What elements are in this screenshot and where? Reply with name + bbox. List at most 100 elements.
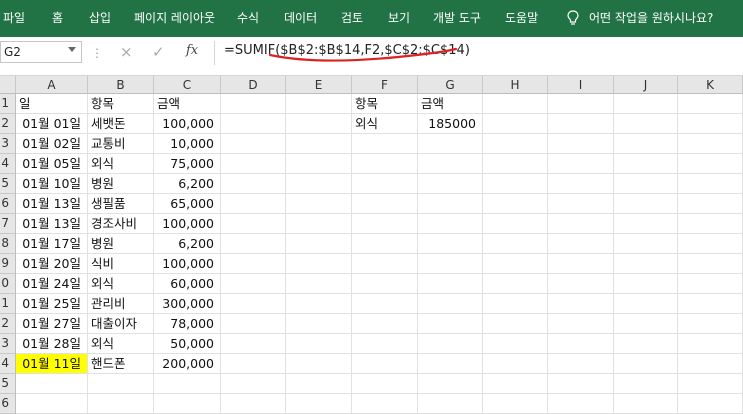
grid-cell[interactable] [352,154,418,174]
grid-cell[interactable] [352,294,418,314]
col-header-k[interactable]: K [678,76,743,94]
grid-cell[interactable]: 핸드폰 [88,354,154,374]
grid-cell[interactable]: 60,000 [154,274,221,294]
grid-cell[interactable] [221,134,286,154]
grid-cell[interactable]: 01월 01일 [16,114,88,134]
grid-cell[interactable]: 01월 28일 [16,334,88,354]
grid-cell[interactable] [221,294,286,314]
grid-cell[interactable]: 대출이자 [88,314,154,334]
grid-cell[interactable]: 01월 13일 [16,214,88,234]
grid-cell[interactable] [221,94,286,114]
grid-cell[interactable] [286,174,352,194]
grid-cell[interactable] [286,234,352,254]
grid-cell[interactable] [548,254,614,274]
grid-cell[interactable]: 외식 [88,334,154,354]
grid-cell[interactable] [614,154,678,174]
grid-cell[interactable]: 세뱃돈 [88,114,154,134]
grid-cell[interactable] [678,174,743,194]
grid-cell[interactable] [286,274,352,294]
grid-cell[interactable]: 항목 [352,94,418,114]
grid-cell[interactable] [548,394,614,414]
row-header[interactable]: 7 [0,214,16,234]
grid-cell[interactable]: 식비 [88,254,154,274]
grid-cell[interactable] [16,394,88,414]
grid-cell[interactable] [418,254,483,274]
grid-cell[interactable]: 75,000 [154,154,221,174]
grid-cell[interactable]: 01월 20일 [16,254,88,274]
grid-cell[interactable] [352,334,418,354]
grid-cell[interactable]: 200,000 [154,354,221,374]
col-header-e[interactable]: E [286,76,352,94]
grid-cell[interactable] [678,214,743,234]
grid-cell[interactable] [614,214,678,234]
grid-cell[interactable]: 01월 25일 [16,294,88,314]
grid-cell[interactable] [548,274,614,294]
col-header-j[interactable]: J [614,76,678,94]
grid-cell[interactable] [483,394,548,414]
grid-cell[interactable]: 100,000 [154,114,221,134]
grid-cell[interactable]: 6,200 [154,234,221,254]
grid-cell[interactable] [548,154,614,174]
row-header[interactable]: 6 [0,194,16,214]
grid-cell[interactable] [352,234,418,254]
row-header[interactable]: 9 [0,254,16,274]
grid-cell[interactable] [548,134,614,154]
grid-cell[interactable] [352,354,418,374]
tab-file[interactable]: 파일 [3,0,25,37]
grid-cell[interactable] [483,294,548,314]
grid-cell[interactable] [286,334,352,354]
grid-cell[interactable] [221,254,286,274]
grid-cell[interactable]: 생필품 [88,194,154,214]
grid-cell[interactable] [614,134,678,154]
grid-cell[interactable] [418,154,483,174]
grid-cell[interactable]: 외식 [88,154,154,174]
grid-cell[interactable] [418,234,483,254]
grid-cell[interactable] [221,374,286,394]
grid-cell[interactable]: 01월 11일 [16,354,88,374]
grid-cell[interactable] [614,354,678,374]
grid-cell[interactable] [614,374,678,394]
grid-cell[interactable] [418,354,483,374]
grid-cell[interactable]: 병원 [88,234,154,254]
grid-cell[interactable] [16,374,88,394]
grid-cell[interactable]: 병원 [88,174,154,194]
grid-cell[interactable] [614,274,678,294]
grid-cell[interactable]: 01월 02일 [16,134,88,154]
grid-cell[interactable] [221,154,286,174]
grid-cell[interactable]: 50,000 [154,334,221,354]
grid-cell[interactable] [221,174,286,194]
grid-cell[interactable] [286,294,352,314]
select-all-corner[interactable] [0,76,16,94]
grid-cell[interactable] [286,314,352,334]
row-header[interactable]: 2 [0,314,16,334]
row-header[interactable]: 3 [0,334,16,354]
tab-developer[interactable]: 개발 도구 [433,0,481,37]
grid-cell[interactable] [221,354,286,374]
grid-cell[interactable] [678,234,743,254]
enter-icon[interactable]: ✓ [152,43,165,61]
grid-cell[interactable] [221,114,286,134]
grid-cell[interactable] [678,134,743,154]
grid-cell[interactable]: 65,000 [154,194,221,214]
grid-cell[interactable]: 외식 [352,114,418,134]
grid-cell[interactable] [614,254,678,274]
grid-cell[interactable]: 10,000 [154,134,221,154]
row-header[interactable]: 4 [0,154,16,174]
grid-cell[interactable]: 185000 [418,114,483,134]
grid-cell[interactable] [221,234,286,254]
grid-cell[interactable] [483,194,548,214]
grid-cell[interactable] [678,294,743,314]
grid-cell[interactable] [154,374,221,394]
grid-cell[interactable]: 78,000 [154,314,221,334]
grid-cell[interactable]: 300,000 [154,294,221,314]
grid-cell[interactable] [678,154,743,174]
grid-cell[interactable]: 100,000 [154,254,221,274]
grid-cell[interactable] [352,314,418,334]
grid-cell[interactable] [418,374,483,394]
grid-cell[interactable] [154,394,221,414]
grid-cell[interactable]: 01월 27일 [16,314,88,334]
grid-cell[interactable] [88,374,154,394]
grid-cell[interactable] [483,214,548,234]
grid-cell[interactable] [221,214,286,234]
row-header[interactable]: 5 [0,174,16,194]
